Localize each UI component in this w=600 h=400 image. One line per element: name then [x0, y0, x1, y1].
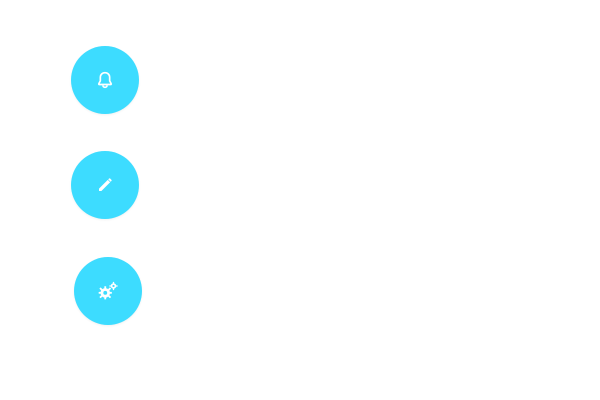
bell-icon [94, 69, 116, 91]
pencil-icon [94, 174, 116, 196]
gears-icon [97, 280, 119, 302]
settings-button[interactable] [74, 257, 142, 325]
notifications-button[interactable] [71, 46, 139, 114]
edit-button[interactable] [71, 151, 139, 219]
